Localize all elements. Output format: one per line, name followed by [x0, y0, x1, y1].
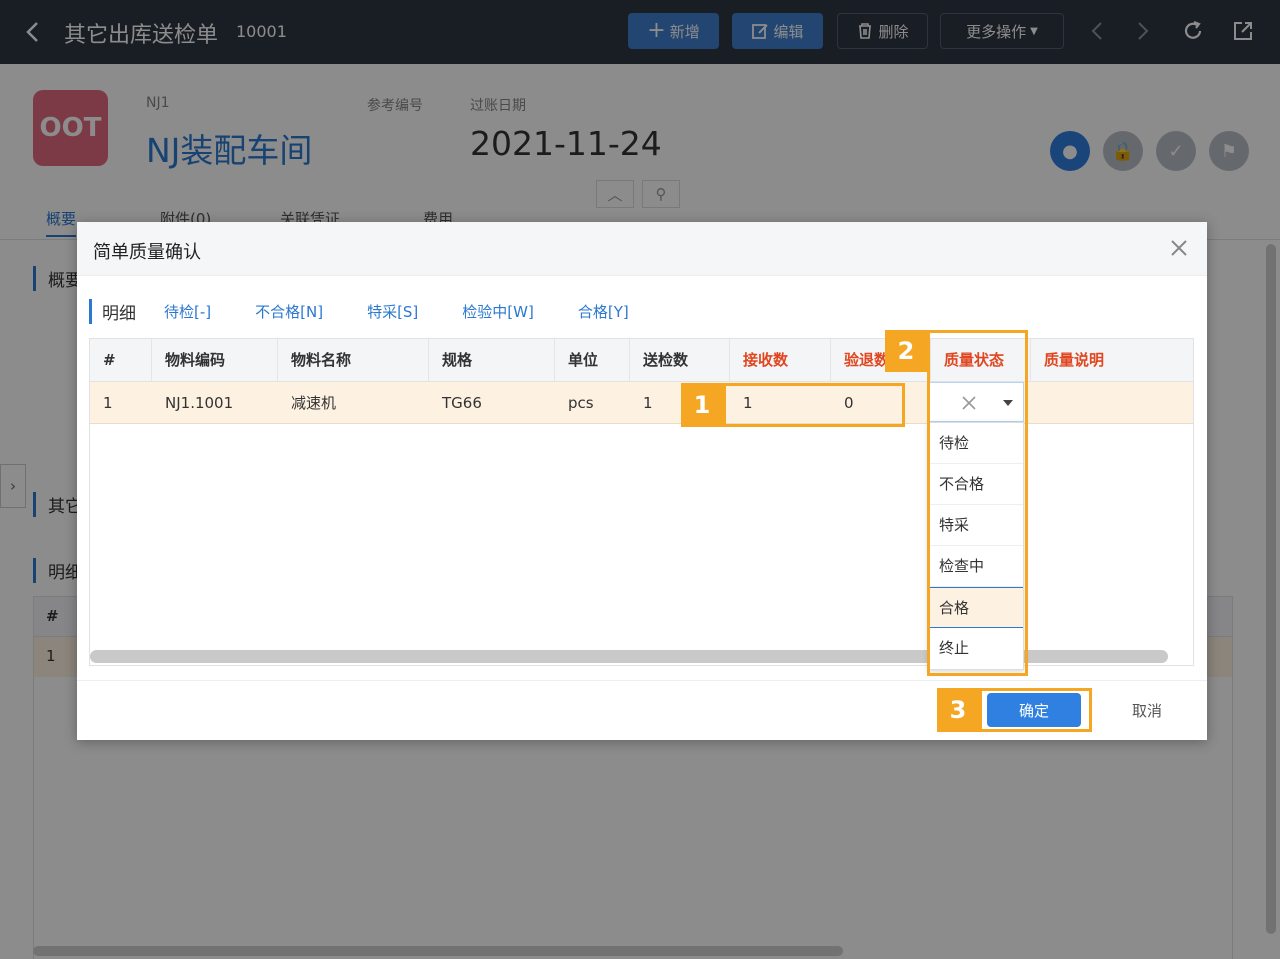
filter-nonconforming-link[interactable]: 不合格[N] [255, 301, 323, 322]
filter-pending-link[interactable]: 待检[-] [164, 301, 211, 322]
column-header-quality-note: 质量说明 [1044, 351, 1105, 369]
callout-1-badge: 1 [681, 383, 723, 427]
cell-unit: pcs [568, 394, 594, 412]
quality-detail-grid: # 物料编码 物料名称 规格 单位 送检数 接收数 验退数 质量状态 质量说明 … [89, 338, 1194, 666]
cancel-button[interactable]: 取消 [1117, 693, 1177, 727]
column-header-index: # [90, 339, 152, 382]
quality-confirm-dialog: 简单质量确认 明细 待检[-] 不合格[N] 特采[S] 检验中[W] 合格[Y… [77, 222, 1207, 740]
column-header-spec: 规格 [429, 339, 555, 382]
column-header-qty-inspect: 送检数 [630, 339, 730, 382]
callout-3-highlight [979, 688, 1092, 732]
dialog-title: 简单质量确认 [93, 242, 201, 263]
cell-material-name: 减速机 [291, 394, 337, 412]
callout-3-badge: 3 [937, 688, 979, 732]
quality-note-input[interactable] [1031, 382, 1044, 424]
column-header-qty-accept: 接收数 [730, 339, 831, 382]
close-icon[interactable] [1169, 238, 1189, 258]
column-header-material-name: 物料名称 [278, 339, 429, 382]
column-header-unit: 单位 [555, 339, 630, 382]
status-filter-bar: 明细 待检[-] 不合格[N] 特采[S] 检验中[W] 合格[Y] [89, 298, 673, 324]
cell-qty-inspect: 1 [643, 394, 653, 412]
callout-2-badge: 2 [885, 330, 927, 372]
cell-material-code: NJ1.1001 [165, 394, 234, 412]
callout-2-highlight [927, 330, 1028, 676]
callout-1-highlight [723, 383, 905, 427]
cell-index: 1 [103, 394, 113, 412]
filter-special-purchase-link[interactable]: 特采[S] [367, 301, 418, 322]
cell-spec: TG66 [442, 394, 482, 412]
filter-qualified-link[interactable]: 合格[Y] [578, 301, 629, 322]
detail-label: 明细 [89, 298, 136, 324]
column-header-material-code: 物料编码 [152, 339, 278, 382]
filter-inspecting-link[interactable]: 检验中[W] [462, 301, 534, 322]
dialog-header: 简单质量确认 [77, 222, 1207, 276]
